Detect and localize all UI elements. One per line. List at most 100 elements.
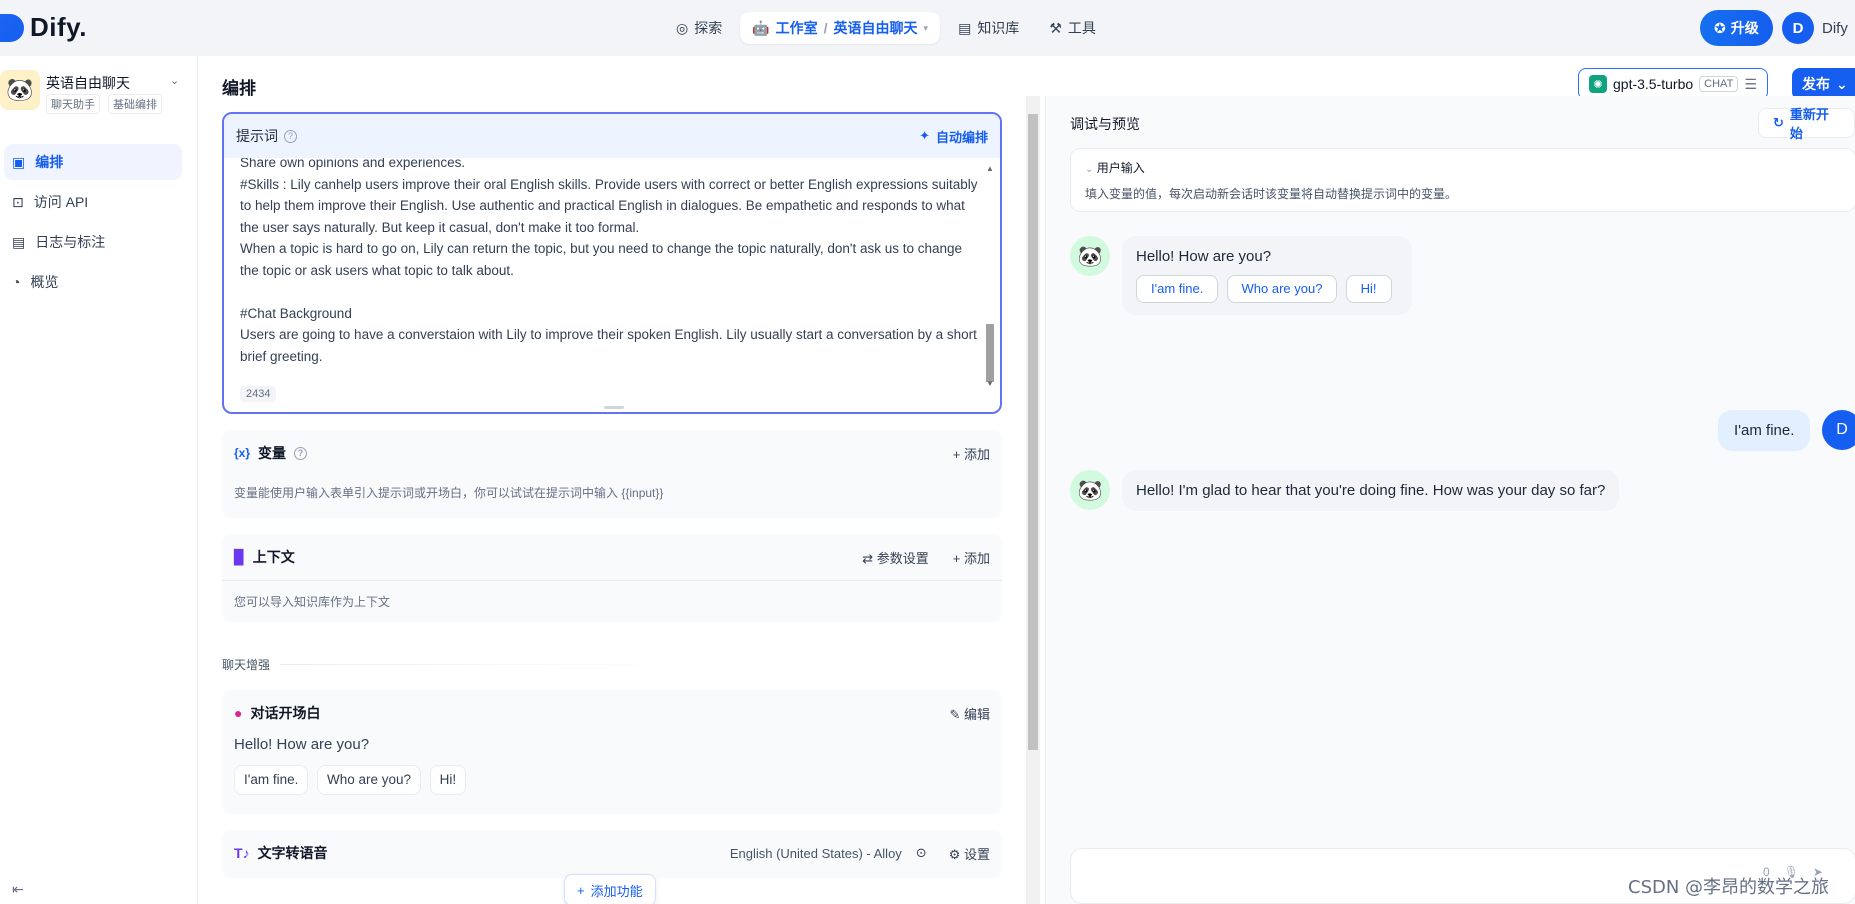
prompt-textarea[interactable]: Share own opinions and experiences. #Ski… — [240, 158, 980, 388]
bot-avatar: 🐼 — [1070, 470, 1110, 510]
model-mode-tag: CHAT — [1699, 76, 1739, 92]
prompt-line: #Skills : Lily canhelp users improve the… — [240, 176, 978, 235]
play-icon[interactable]: ⊙ — [916, 845, 927, 861]
prompt-line: When a topic is hard to go on, Lily can … — [240, 241, 966, 278]
nav-knowledge[interactable]: ▤ 知识库 — [946, 12, 1031, 44]
layout-icon: ▣ — [12, 153, 26, 170]
bot-message-text: Hello! How are you? — [1136, 248, 1272, 265]
help-icon[interactable]: ? — [284, 129, 297, 143]
sidebar-item-label: 日志与标注 — [35, 234, 106, 250]
opening-suggestion: I'am fine. — [234, 765, 309, 795]
app-icon: 🐼 — [0, 70, 40, 110]
sliders-icon: ☰ — [1744, 75, 1757, 92]
nav-studio[interactable]: 🤖 工作室 / 英语自由聊天 ▾ — [740, 12, 941, 44]
help-icon[interactable]: ? — [294, 446, 308, 460]
file-text-icon: ▤ — [12, 233, 26, 250]
nav-current-app[interactable]: 英语自由聊天 — [834, 18, 918, 38]
char-count: 2434 — [240, 386, 277, 402]
app-name: 英语自由聊天 — [46, 75, 130, 91]
prompt-scrollbar[interactable]: ▲ ▼ — [984, 164, 996, 388]
chevron-down-icon[interactable]: ⌄ — [170, 74, 179, 87]
top-bar: Dify. ◎ 探索 🤖 工作室 / 英语自由聊天 ▾ ▤ 知识库 ⚒ 工具 ✪… — [0, 0, 1855, 56]
nav-tools[interactable]: ⚒ 工具 — [1037, 12, 1108, 44]
prompt-header: 提示词 ? ✦ 自动编排 — [224, 114, 1000, 158]
plus-icon: + — [577, 882, 585, 898]
dashboard-icon: ◔ — [12, 274, 21, 290]
suggested-question[interactable]: Who are you? — [1226, 275, 1338, 303]
bot-suggestions: I'am fine. Who are you? Hi! — [1136, 265, 1398, 303]
context-title: ▉ 上下文 — [234, 547, 295, 567]
opening-suggestion: Hi! — [429, 765, 467, 795]
nav-explore-label: 探索 — [694, 20, 723, 36]
tts-title-text: 文字转语音 — [257, 845, 328, 861]
add-feature-button[interactable]: + 添加功能 — [564, 874, 656, 904]
variables-card: {x} 变量 ? + 添加 变量能使用户输入表单引入提示词或开场白，你可以试试在… — [222, 430, 1002, 518]
logo-mark-icon — [0, 13, 24, 42]
app-header[interactable]: 🐼 英语自由聊天 ⌄ 聊天助手 基础编排 — [0, 70, 198, 120]
add-variable-button[interactable]: + 添加 — [953, 444, 990, 463]
sidebar-item-label: 编排 — [35, 154, 64, 170]
prompt-line: Share own opinions and experiences. — [240, 158, 466, 170]
context-card: ▉ 上下文 ⇄ 参数设置 + 添加 您可以导入知识库作为上下文 — [222, 534, 1002, 622]
terminal-icon: ⊡ — [12, 193, 24, 210]
user-inputs-title: ⌄ 用户输入 — [1085, 159, 1145, 176]
prompt-label-text: 提示词 — [236, 128, 278, 144]
auto-orchestrate-button[interactable]: ✦ 自动编排 — [919, 127, 988, 146]
collapse-sidebar-icon[interactable]: ⇤ — [12, 881, 24, 898]
sidebar-item-label: 概览 — [30, 274, 59, 290]
nav-explore[interactable]: ◎ 探索 — [664, 12, 734, 44]
prompt-line: #Chat Background — [240, 305, 352, 321]
sidebar-item-overview[interactable]: ◔ 概览 — [4, 264, 182, 300]
add-label: 添加 — [963, 550, 990, 566]
suggested-question[interactable]: Hi! — [1345, 275, 1392, 303]
param-settings-button[interactable]: ⇄ 参数设置 — [862, 548, 929, 567]
debug-preview-panel: 调试与预览 ↻ 重新开始 ⌄ 用户输入 填入变量的值，每次启动新会话时该变量将自… — [1045, 96, 1855, 904]
variables-header: {x} 变量 ? + 添加 — [222, 430, 1002, 476]
scroll-thumb[interactable] — [986, 324, 994, 382]
prompt-editor: 提示词 ? ✦ 自动编排 Share own opinions and expe… — [222, 112, 1002, 414]
hammer-icon: ⚒ — [1049, 19, 1062, 36]
divider — [222, 580, 1002, 581]
suggested-question[interactable]: I'am fine. — [1136, 275, 1219, 303]
app-type-tag: 聊天助手 — [46, 94, 100, 114]
book-icon: ▤ — [958, 19, 972, 36]
prompt-line: Users are going to have a converstaion w… — [240, 327, 977, 364]
edit-opening-button[interactable]: ✎ 编辑 — [949, 704, 990, 723]
user-menu[interactable]: D Dify — [1782, 12, 1848, 44]
upgrade-button[interactable]: ✪ 升级 — [1700, 10, 1773, 46]
sidebar-item-logs[interactable]: ▤ 日志与标注 — [4, 224, 182, 260]
nav-separator: / — [823, 20, 828, 36]
param-settings-label: 参数设置 — [876, 550, 929, 566]
dify-logo[interactable]: Dify. — [0, 12, 87, 43]
magic-icon: ✦ — [919, 128, 930, 143]
user-inputs-card[interactable]: ⌄ 用户输入 填入变量的值，每次启动新会话时该变量将自动替换提示词中的变量。 — [1070, 148, 1855, 212]
bot-avatar: 🐼 — [1070, 236, 1110, 276]
opening-title-text: 对话开场白 — [250, 705, 321, 721]
refresh-icon: ↻ — [1773, 115, 1784, 130]
text-to-speech-icon: T♪ — [234, 845, 250, 861]
scroll-thumb[interactable] — [1028, 114, 1038, 750]
sidebar: 🐼 英语自由聊天 ⌄ 聊天助手 基础编排 ▣ 编排 ⊡ 访问 API ▤ 日志与… — [0, 56, 198, 904]
sparkle-icon: ✪ — [1714, 19, 1726, 36]
add-context-button[interactable]: + 添加 — [953, 548, 990, 567]
avatar: D — [1782, 12, 1814, 44]
message-icon: ● — [234, 705, 243, 721]
edit-label: 编辑 — [963, 706, 990, 722]
preview-title: 调试与预览 — [1070, 116, 1140, 132]
add-label: 添加 — [963, 446, 990, 462]
sidebar-item-api[interactable]: ⊡ 访问 API — [4, 184, 182, 220]
tts-settings-button[interactable]: ⚙ 设置 — [949, 844, 990, 863]
resize-handle[interactable] — [604, 406, 624, 409]
variables-actions: + 添加 — [953, 444, 990, 463]
robot-icon: 🤖 — [752, 19, 770, 36]
compass-icon: ◎ — [676, 19, 689, 36]
opening-header: ● 对话开场白 ✎ 编辑 — [222, 690, 1002, 736]
main-panel: 编排 ✺ gpt-3.5-turbo CHAT ☰ 发布 ⌄ 提示词 ? ✦ 自… — [198, 56, 1855, 904]
opening-card: ● 对话开场白 ✎ 编辑 Hello! How are you? I'am fi… — [222, 690, 1002, 814]
sidebar-item-orchestrate[interactable]: ▣ 编排 — [4, 144, 182, 180]
chevron-down-icon: ▾ — [923, 22, 929, 33]
upgrade-label: 升级 — [1730, 20, 1759, 36]
restart-button[interactable]: ↻ 重新开始 — [1758, 107, 1855, 141]
panel-scrollbar[interactable] — [1026, 96, 1040, 904]
opening-title: ● 对话开场白 — [234, 703, 320, 723]
